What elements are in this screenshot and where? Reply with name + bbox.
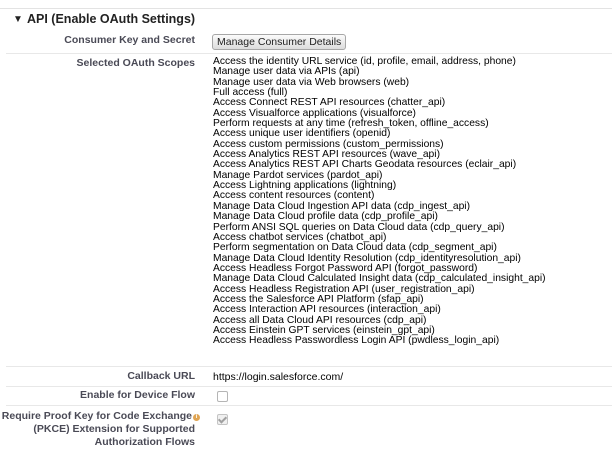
section-title: API (Enable OAuth Settings) <box>27 12 196 26</box>
oauth-scope-item: Perform segmentation on Data Cloud data … <box>213 242 497 254</box>
api-section-header: ▼ API (Enable OAuth Settings) <box>0 8 612 31</box>
info-icon[interactable]: i <box>193 414 200 421</box>
pkce-checkbox[interactable] <box>217 414 228 425</box>
manage-consumer-details-button[interactable]: Manage Consumer Details <box>212 34 347 50</box>
oauth-scope-item: Manage Data Cloud Calculated Insight dat… <box>213 273 546 285</box>
oauth-scope-item: Manage Data Cloud profile data (cdp_prof… <box>213 211 438 223</box>
pkce-label-line: Require Proof Key for Code Exchange <box>1 410 192 422</box>
triangle-down-icon[interactable]: ▼ <box>13 14 23 25</box>
consumer-key-label: Consumer Key and Secret <box>64 34 195 46</box>
pkce-label-line: (PKCE) Extension for Supported <box>33 423 195 435</box>
pkce-label-line: Authorization Flows <box>94 436 195 448</box>
oauth-scopes-list: Access the identity URL service (id, pro… <box>213 56 546 347</box>
divider <box>6 405 612 406</box>
device-flow-checkbox[interactable] <box>217 391 228 402</box>
divider <box>6 366 612 367</box>
oauth-scope-item: Access Headless Passwordless Login API (… <box>213 335 500 347</box>
pkce-label: Require Proof Key for Code Exchange i (PK… <box>2 410 200 449</box>
device-flow-label: Enable for Device Flow <box>80 389 195 401</box>
callback-url-label: Callback URL <box>127 370 195 382</box>
divider <box>6 386 612 387</box>
divider <box>6 53 612 54</box>
oauth-scopes-label: Selected OAuth Scopes <box>76 57 195 69</box>
callback-url-value: https://login.salesforce.com/ <box>213 371 344 383</box>
